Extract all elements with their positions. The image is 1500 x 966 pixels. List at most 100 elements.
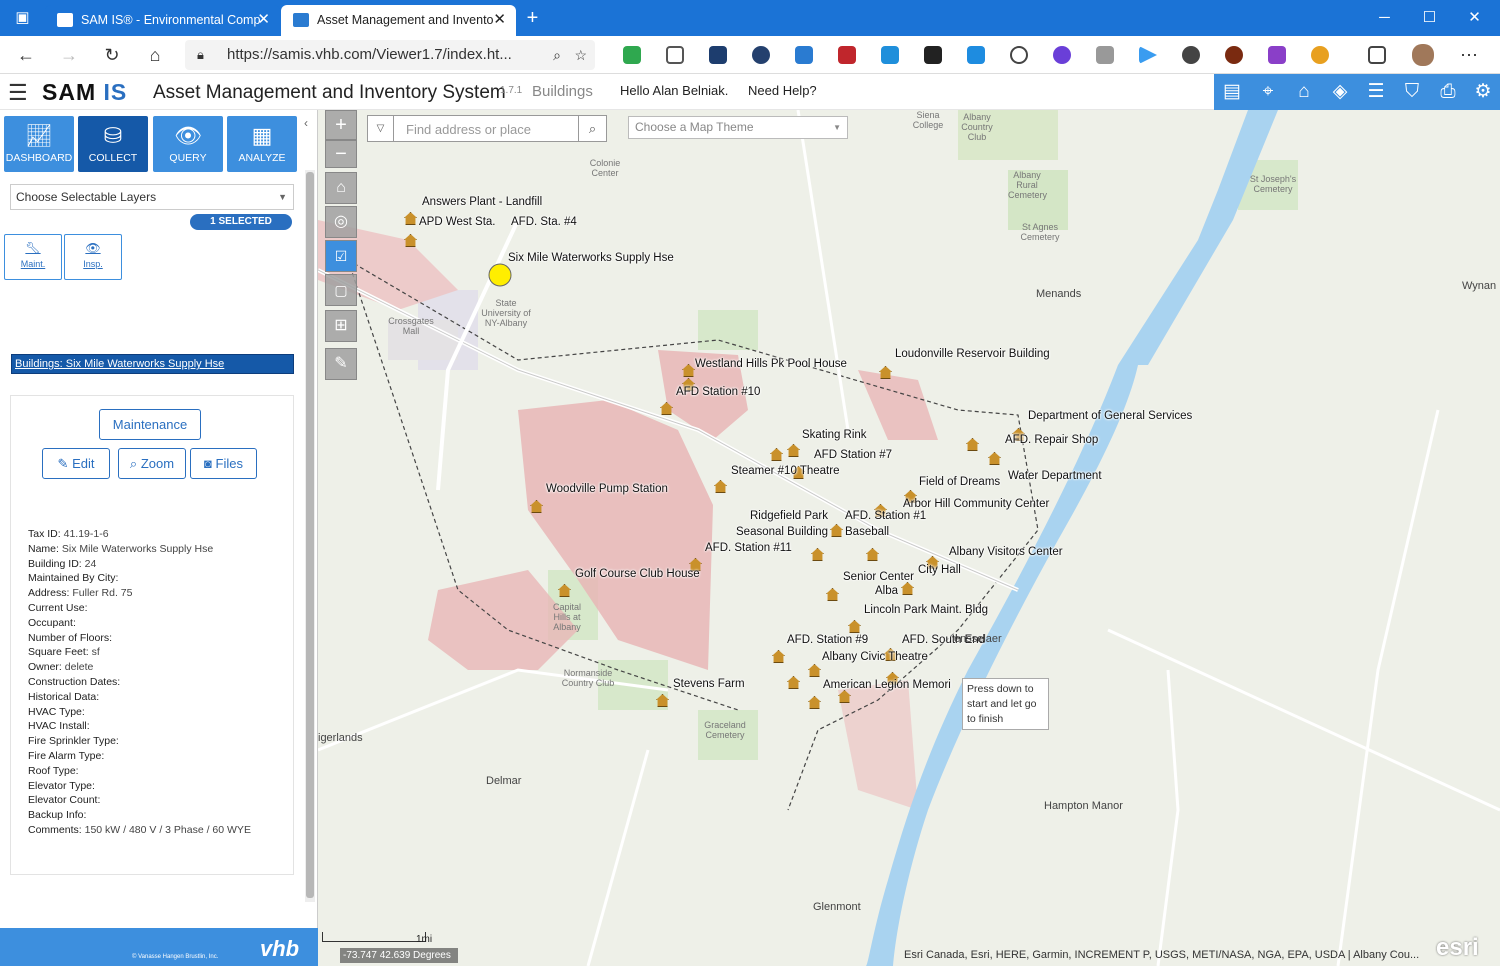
hamburger-menu-icon[interactable]: ☰ bbox=[8, 80, 28, 106]
building-label: AFD. Repair Shop bbox=[1005, 434, 1099, 446]
chevron-down-icon[interactable]: ▽ bbox=[368, 116, 394, 141]
binoculars-icon: 👁︎ bbox=[174, 123, 202, 148]
help-link[interactable]: Need Help? bbox=[748, 83, 817, 98]
location-pin-icon[interactable]: ⌖ bbox=[1250, 74, 1286, 110]
edit-button[interactable]: ✎ Edit bbox=[42, 448, 110, 479]
search-input[interactable]: Find address or place bbox=[406, 122, 531, 137]
dashboard-button[interactable]: 📈︎ DASHBOARD bbox=[4, 116, 74, 172]
extension-icon[interactable] bbox=[1053, 46, 1071, 64]
profile-avatar[interactable] bbox=[1412, 44, 1434, 66]
extension-icon[interactable] bbox=[795, 46, 813, 64]
address-search[interactable]: ▽ Find address or place ⌕ bbox=[367, 115, 607, 142]
maintenance-small-button[interactable]: 🔧︎ Maint. bbox=[4, 234, 62, 280]
settings-gear-icon[interactable]: ⚙ bbox=[1466, 74, 1500, 110]
extension-icon[interactable] bbox=[838, 46, 856, 64]
draw-pencil-icon[interactable]: ✎ bbox=[325, 348, 357, 380]
close-tab-icon[interactable]: ✕ bbox=[493, 5, 506, 35]
zoom-button[interactable]: ⌕ Zoom bbox=[118, 448, 186, 479]
files-button[interactable]: ◙ Files bbox=[190, 448, 257, 479]
extension-icon[interactable] bbox=[1311, 46, 1329, 64]
skype-extension-icon[interactable] bbox=[881, 46, 899, 64]
extension-icon[interactable] bbox=[1139, 46, 1157, 64]
url-input[interactable]: 🔒︎ https://samis.vhb.com/Viewer1.7/index… bbox=[185, 40, 595, 70]
extension-icon[interactable] bbox=[1225, 46, 1243, 64]
attribute-value: 150 kW / 480 V / 3 Phase / 60 WYE bbox=[84, 823, 251, 836]
browser-tab-2[interactable]: Asset Management and Invento ✕ bbox=[281, 5, 516, 36]
back-icon[interactable]: ← bbox=[12, 42, 40, 68]
select-tool-icon[interactable]: ☑ bbox=[325, 240, 357, 272]
locate-icon[interactable]: ◎ bbox=[325, 206, 357, 238]
home-icon[interactable]: ⌂ bbox=[141, 42, 169, 68]
building-label: Stevens Farm bbox=[673, 678, 745, 690]
refresh-icon[interactable]: ↻ bbox=[98, 42, 126, 68]
extension-icon[interactable] bbox=[1268, 46, 1286, 64]
attribute-row: Construction Dates: bbox=[28, 675, 251, 690]
collapse-panel-icon[interactable]: ‹ bbox=[304, 116, 308, 130]
selected-record-badge[interactable]: 1 SELECTED RECORD bbox=[190, 214, 292, 243]
extension-icon[interactable] bbox=[752, 46, 770, 64]
vhb-logo: vhb bbox=[260, 936, 300, 961]
favorite-icon[interactable]: ☆ bbox=[574, 40, 587, 70]
place-label: Delmar bbox=[486, 775, 522, 787]
print-icon[interactable]: ⎙ bbox=[1430, 74, 1466, 110]
building-label: American Legion Memori bbox=[823, 679, 951, 691]
zoom-in-icon[interactable]: + bbox=[325, 110, 357, 140]
browser-tab-1[interactable]: SAM IS® - Environmental Comp ✕ bbox=[45, 5, 280, 36]
tab-actions-icon[interactable]: ▣ bbox=[0, 0, 45, 36]
collect-button[interactable]: ⛁ COLLECT bbox=[78, 116, 148, 172]
pocket-extension-icon[interactable] bbox=[666, 46, 684, 64]
home-extent-icon[interactable]: ⌂ bbox=[325, 172, 357, 204]
buffer-extension-icon[interactable] bbox=[924, 46, 942, 64]
left-panel: 📈︎ DASHBOARD ⛁ COLLECT 👁︎ QUERY ▦ ANALYZE ‹ … bbox=[0, 110, 318, 966]
chevron-down-icon: ▼ bbox=[278, 192, 287, 202]
close-tab-icon[interactable]: ✕ bbox=[257, 5, 270, 35]
attribute-key: Roof Type: bbox=[28, 764, 79, 777]
home-extent-icon[interactable]: ⌂ bbox=[1286, 74, 1322, 110]
zoom-out-icon[interactable]: − bbox=[325, 140, 357, 168]
window-close-icon[interactable]: ✕ bbox=[1452, 0, 1497, 36]
selectable-layers-select[interactable]: Choose Selectable Layers ▼ bbox=[10, 184, 294, 210]
attribute-row: Roof Type: bbox=[28, 764, 251, 779]
rectangle-select-icon[interactable]: ▢ bbox=[325, 274, 357, 306]
layers-icon[interactable]: ◈ bbox=[1322, 74, 1358, 110]
map-view[interactable]: + − ⌂ ◎ ☑ ▢ ⊞ ✎ ▽ Find address or place … bbox=[318, 110, 1500, 966]
graduation-cap-icon[interactable]: ⛉ bbox=[1394, 74, 1430, 110]
zoom-page-icon[interactable]: ⌕ bbox=[553, 40, 561, 70]
analyze-button[interactable]: ▦ ANALYZE bbox=[227, 116, 297, 172]
inspection-small-button[interactable]: 👁︎ Insp. bbox=[64, 234, 122, 280]
building-label: Albany Civic Theatre bbox=[822, 651, 928, 663]
record-title-link[interactable]: Buildings: Six Mile Waterworks Supply Hs… bbox=[11, 354, 294, 374]
search-icon[interactable]: ⌕ bbox=[578, 116, 606, 141]
attribute-key: Square Feet: bbox=[28, 646, 89, 659]
attribute-row: Name: Six Mile Waterworks Supply Hse bbox=[28, 542, 251, 557]
more-menu-icon[interactable]: ⋯ bbox=[1455, 42, 1483, 68]
list-icon[interactable]: ☰ bbox=[1358, 74, 1394, 110]
query-button[interactable]: 👁︎ QUERY bbox=[153, 116, 223, 172]
search-icon: ⌕ bbox=[129, 456, 138, 471]
attribute-row: Address: Fuller Rd. 75 bbox=[28, 586, 251, 601]
maintenance-button[interactable]: Maintenance bbox=[99, 409, 201, 440]
minimize-icon[interactable]: ─ bbox=[1362, 0, 1407, 36]
maximize-icon[interactable]: ☐ bbox=[1407, 0, 1452, 36]
legend-icon[interactable]: ▤ bbox=[1214, 74, 1250, 110]
scrollbar-thumb[interactable] bbox=[306, 172, 314, 898]
extension-icon[interactable] bbox=[709, 46, 727, 64]
extension-icon[interactable] bbox=[967, 46, 985, 64]
attribute-key: Comments: bbox=[28, 823, 82, 836]
onepassword-extension-icon[interactable] bbox=[1010, 46, 1028, 64]
forward-icon[interactable]: → bbox=[55, 42, 83, 68]
place-label: Graceland Cemetery bbox=[704, 720, 746, 740]
place-label: Siena College bbox=[912, 110, 944, 130]
building-label: APD West Sta. bbox=[419, 216, 496, 228]
collections-icon[interactable] bbox=[1368, 46, 1386, 64]
building-label: Arbor Hill Community Center bbox=[903, 498, 1050, 510]
evernote-extension-icon[interactable] bbox=[623, 46, 641, 64]
attribute-row: Building ID: 24 bbox=[28, 557, 251, 572]
esri-logo: esri bbox=[1436, 934, 1479, 961]
attribute-row: Fire Sprinkler Type: bbox=[28, 734, 251, 749]
extension-icon[interactable] bbox=[1182, 46, 1200, 64]
map-theme-select[interactable]: Choose a Map Theme ▼ bbox=[628, 116, 848, 139]
grid-icon[interactable]: ⊞ bbox=[325, 310, 357, 342]
extension-icon[interactable] bbox=[1096, 46, 1114, 64]
new-tab-icon[interactable]: + bbox=[510, 0, 555, 36]
